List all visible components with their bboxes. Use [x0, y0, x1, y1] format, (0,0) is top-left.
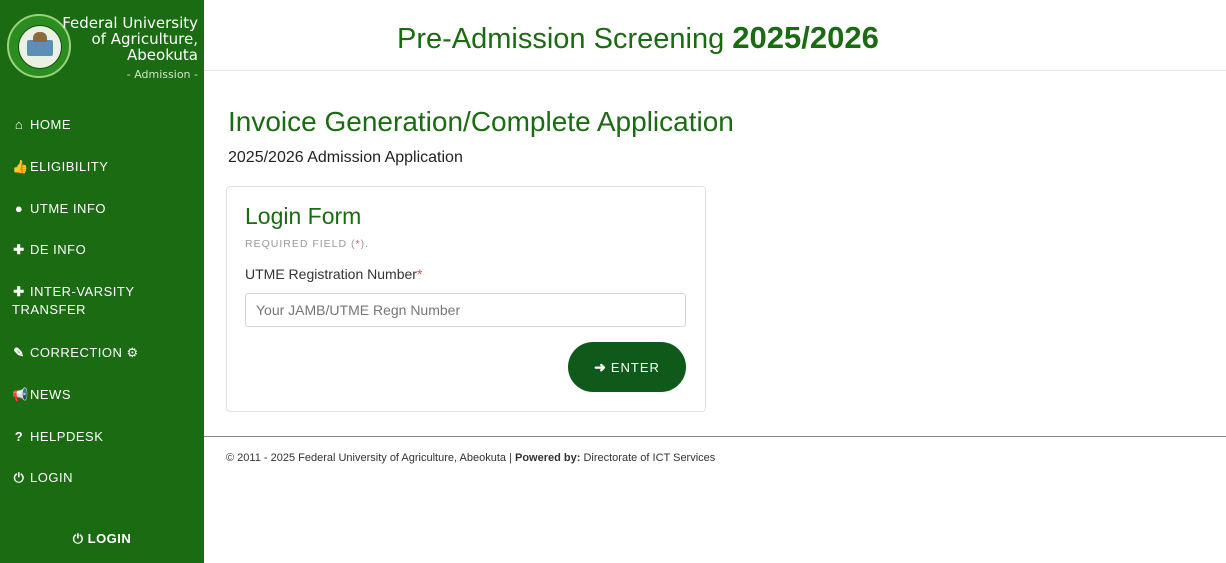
sidebar-item-login[interactable]: ⏻ LOGIN [12, 469, 73, 487]
sidebar-item-label: HELPDESK [30, 429, 104, 444]
sidebar: Federal University of Agriculture, Abeok… [0, 0, 204, 563]
sidebar-bottom-login-label: LOGIN [87, 531, 132, 546]
sidebar-item-label: CORRECTION [30, 345, 123, 360]
form-title: Login Form [245, 203, 362, 229]
login-form-card: Login Form REQUIRED FIELD (*). UTME Regi… [226, 186, 706, 412]
footer-divider [204, 436, 1226, 437]
sidebar-item-label: LOGIN [30, 470, 73, 485]
gear-icon: ⚙ [126, 345, 139, 360]
sidebar-item-label: HOME [30, 117, 71, 132]
sidebar-item-label: ELIGIBILITY [30, 159, 109, 174]
utme-number-input[interactable] [245, 293, 686, 327]
enter-button-label: ENTER [610, 359, 660, 375]
footer-text: © 2011 - 2025 Federal University of Agri… [226, 452, 716, 464]
required-field-note: REQUIRED FIELD (*). [245, 238, 370, 250]
user-plus-icon: ✚ [13, 284, 25, 299]
sidebar-item-label: NEWS [30, 387, 71, 402]
sidebar-item-de-info[interactable]: ✚ DE INFO [12, 241, 86, 259]
sidebar-item-inter-varsity-transfer[interactable]: ✚ INTER-VARSITY TRANSFER [12, 283, 162, 319]
sidebar-item-utme-info[interactable]: ● UTME INFO [12, 200, 106, 218]
sidebar-item-correction[interactable]: ✎ CORRECTION ⚙ [12, 344, 139, 362]
admission-subtitle: - Admission - [126, 68, 198, 81]
brand-header[interactable]: Federal University of Agriculture, Abeok… [0, 0, 204, 98]
sidebar-item-label: INTER-VARSITY TRANSFER [12, 284, 135, 317]
question-circle-icon: ? [14, 429, 24, 444]
university-name: Federal University of Agriculture, Abeok… [62, 14, 198, 64]
user-icon: ● [14, 201, 24, 216]
bullhorn-icon: 📢 [12, 387, 29, 402]
banner-title-text: Pre-Admission Screening [397, 23, 725, 55]
page-title: Invoice Generation/Complete Application [228, 106, 734, 137]
sign-in-icon: ➜ [594, 358, 607, 375]
sidebar-item-eligibility[interactable]: 👍ELIGIBILITY [12, 158, 108, 176]
power-icon: ⏻ [13, 470, 25, 485]
sidebar-item-label: DE INFO [30, 242, 87, 257]
home-icon: ⌂ [14, 117, 24, 132]
utme-number-label: UTME Registration Number* [245, 266, 423, 282]
page-banner-title: Pre-Admission Screening 2025/2026 [397, 20, 879, 56]
top-header: Pre-Admission Screening 2025/2026 [204, 0, 1226, 71]
page-subtitle: 2025/2026 Admission Application [228, 149, 463, 166]
eraser-icon: ✎ [13, 345, 25, 360]
sidebar-item-home[interactable]: ⌂ HOME [12, 116, 71, 134]
user-plus-icon: ✚ [13, 242, 25, 257]
power-icon: ⏻ [72, 531, 84, 546]
enter-button[interactable]: ➜ ENTER [568, 342, 686, 392]
banner-year: 2025/2026 [732, 20, 879, 55]
sidebar-item-news[interactable]: 📢NEWS [12, 386, 71, 404]
sidebar-item-label: UTME INFO [30, 201, 106, 216]
sidebar-bottom-login[interactable]: ⏻ LOGIN [0, 531, 204, 547]
sidebar-item-helpdesk[interactable]: ? HELPDESK [12, 428, 103, 446]
thumbs-up-icon: 👍 [12, 159, 29, 174]
